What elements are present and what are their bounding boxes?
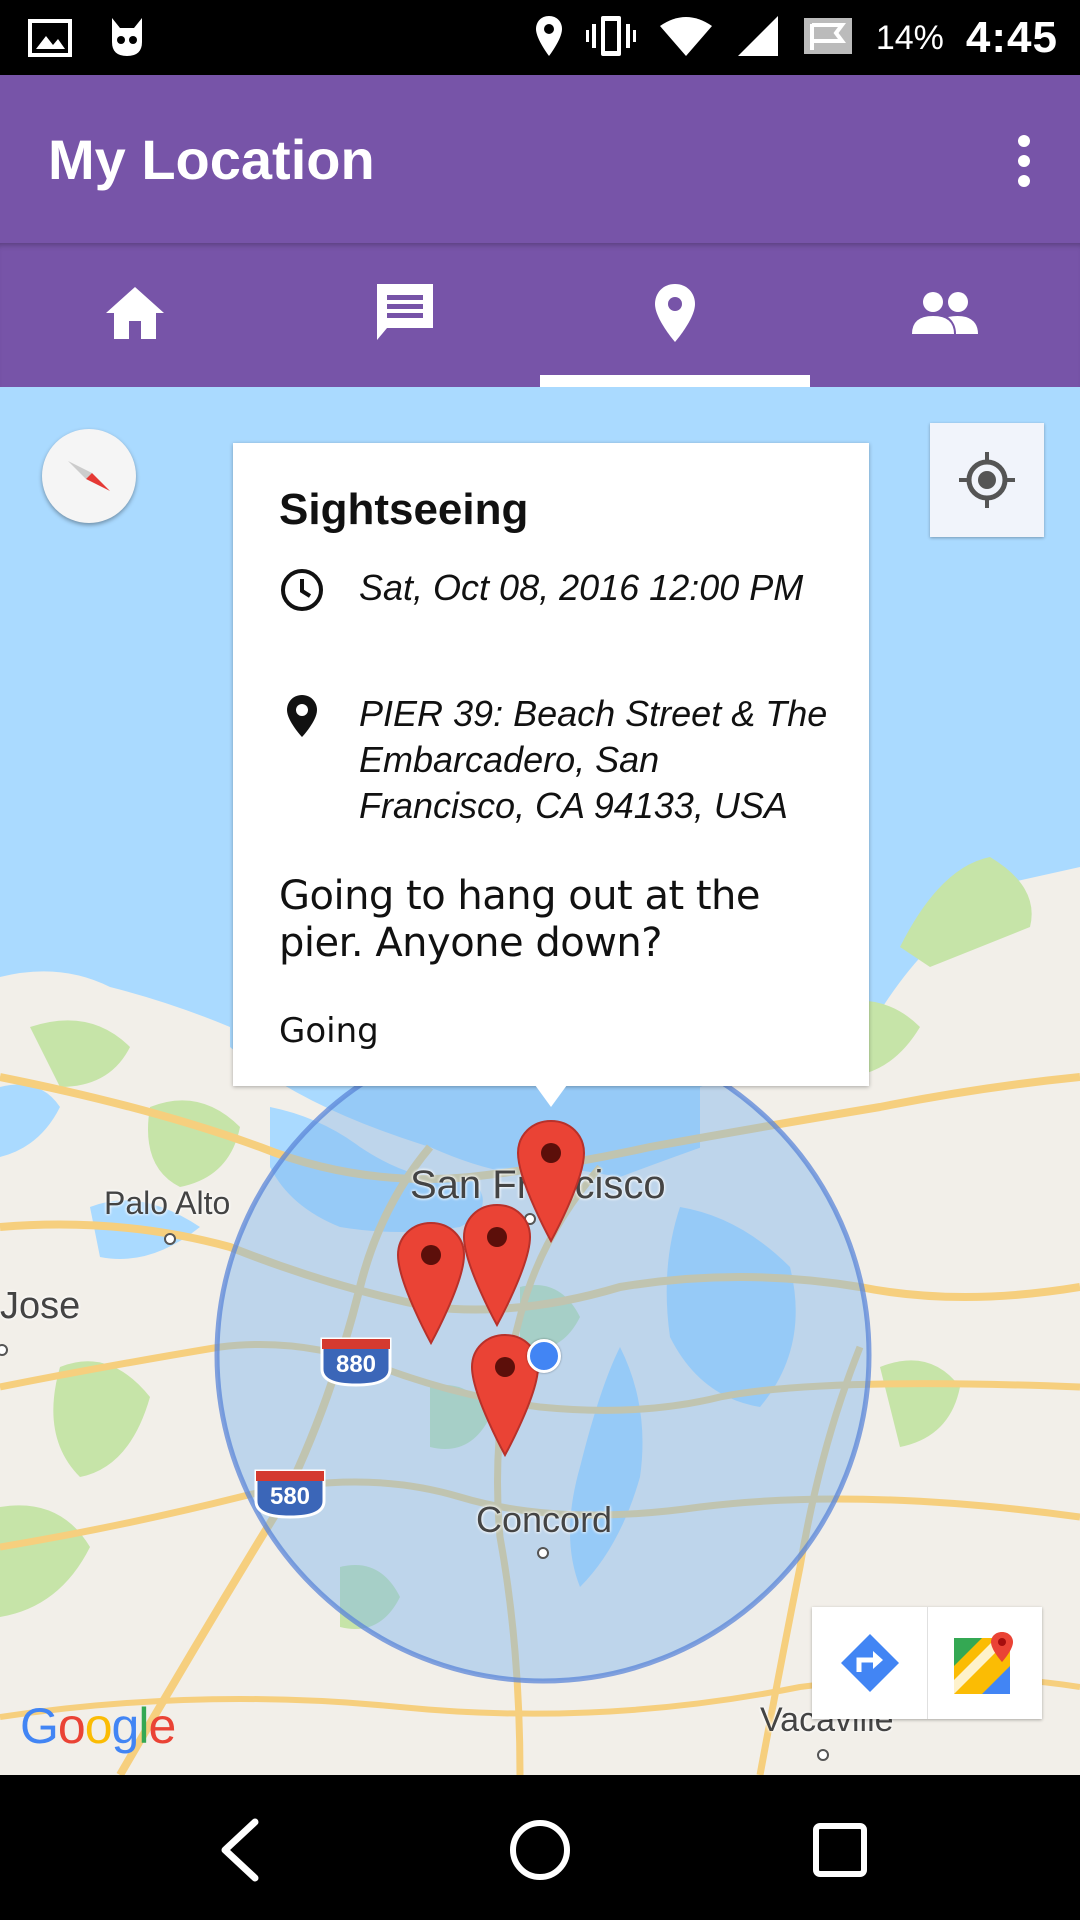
event-title: Sightseeing [279,485,529,534]
my-location-dot [527,1339,561,1373]
tab-chat[interactable] [270,243,540,387]
back-button[interactable] [195,1805,285,1895]
vibrate-icon [585,14,636,63]
home-icon [104,285,166,346]
back-icon [221,1818,259,1882]
map-label-jose: Jose [0,1285,81,1327]
recents-button[interactable] [795,1805,885,1895]
event-datetime: Sat, Oct 08, 2016 12:00 PM [359,567,804,608]
tab-home[interactable] [0,243,270,387]
map-toolbar [812,1607,1042,1719]
map-label-concord: Concord [476,1499,613,1540]
crosshair-icon [959,452,1015,508]
google-attribution: Google [20,1697,176,1755]
highway-880-label: 880 [335,1351,377,1378]
map-marker[interactable] [396,1221,466,1345]
cat-icon [108,16,146,65]
tab-bar [0,243,1080,387]
more-vert-icon[interactable] [1004,131,1044,191]
tab-location[interactable] [540,243,810,387]
app-bar: My Location [0,75,1080,243]
compass-icon [68,461,110,491]
home-button[interactable] [495,1805,585,1895]
highway-580-label: 580 [269,1483,311,1510]
directions-button[interactable] [812,1607,928,1719]
place-icon [287,695,317,737]
wifi-icon [658,16,714,61]
compass-button[interactable] [42,429,136,523]
open-in-maps-button[interactable] [927,1607,1042,1719]
google-maps-icon [953,1632,1013,1694]
flag-icon [802,16,854,61]
my-location-button[interactable] [930,423,1044,537]
location-icon [534,14,564,63]
image-icon [28,18,72,63]
navigation-bar [0,1775,1080,1920]
location-pin-icon [653,282,697,349]
highway-880-shield: 880 [320,1337,392,1387]
event-description: Going to hang out at the pier. Anyone do… [279,873,761,966]
status-bar: 14% 4:45 [0,0,1080,75]
chat-icon [373,282,437,349]
rsvp-status: Going [279,1011,379,1051]
tab-people[interactable] [810,243,1080,387]
map-view[interactable]: San Francisco Palo Alto Jose Concord Vac… [0,387,1080,1775]
people-icon [910,290,980,341]
battery-percent: 14% [875,18,944,57]
recents-icon [813,1823,867,1877]
clock: 4:45 [965,13,1058,62]
page-title: My Location [48,128,375,191]
signal-icon [736,14,780,63]
info-window[interactable]: Sightseeing Sat, Oct 08, 2016 12:00 PM P… [233,443,869,1086]
map-label-palo-alto: Palo Alto [104,1185,231,1221]
google-logo-text: Google [20,1698,176,1754]
tab-indicator [540,375,810,387]
highway-580-shield: 580 [254,1469,326,1519]
home-circle-icon [510,1820,570,1880]
info-window-pointer [535,1085,567,1107]
event-address: PIER 39: Beach Street & The Embarcadero,… [359,693,828,826]
clock-icon [281,569,323,611]
map-marker[interactable] [462,1203,532,1327]
directions-icon [840,1634,899,1692]
